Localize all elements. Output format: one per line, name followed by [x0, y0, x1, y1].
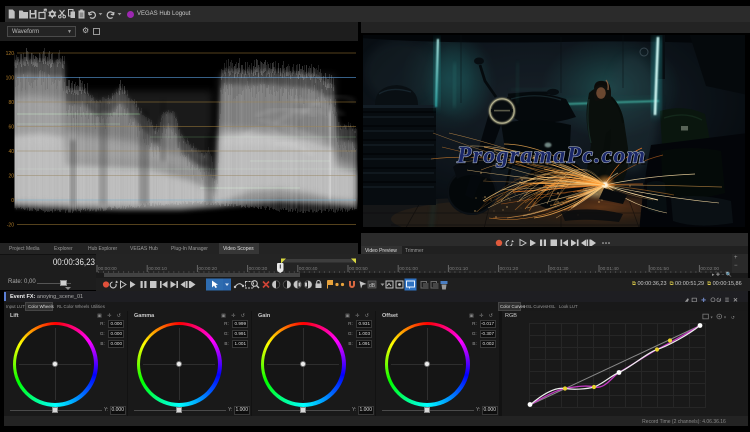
svg-text:100: 100: [6, 76, 15, 82]
svg-text:00:01:20: 00:01:20: [500, 266, 519, 272]
svg-text:00:01:00: 00:01:00: [399, 266, 418, 272]
svg-text:00:01:10: 00:01:10: [449, 266, 468, 272]
svg-text:00:01:30: 00:01:30: [550, 266, 569, 272]
svg-text:40: 40: [8, 149, 14, 155]
svg-text:00:00:00: 00:00:00: [98, 266, 117, 272]
svg-text:20: 20: [8, 174, 14, 180]
svg-text:▾: ▾: [724, 314, 726, 319]
svg-text:00:00:50: 00:00:50: [349, 266, 368, 272]
svg-text:0: 0: [11, 198, 14, 204]
svg-text:dB: dB: [369, 283, 376, 289]
svg-text:▾: ▾: [711, 314, 713, 319]
svg-text:-20: -20: [7, 223, 14, 229]
svg-text:00:00:40: 00:00:40: [299, 266, 318, 272]
svg-text:ProgramaPc.com: ProgramaPc.com: [456, 143, 645, 169]
svg-text:60: 60: [8, 125, 14, 131]
svg-text:00:00:10: 00:00:10: [148, 266, 167, 272]
svg-text:00:01:40: 00:01:40: [600, 266, 619, 272]
svg-text:00:00:20: 00:00:20: [198, 266, 217, 272]
svg-text:↺: ↺: [731, 315, 735, 320]
svg-text:120: 120: [6, 51, 15, 57]
svg-text:00:00:30: 00:00:30: [249, 266, 268, 272]
svg-text:00:01:50: 00:01:50: [650, 266, 669, 272]
svg-text:80: 80: [8, 100, 14, 106]
